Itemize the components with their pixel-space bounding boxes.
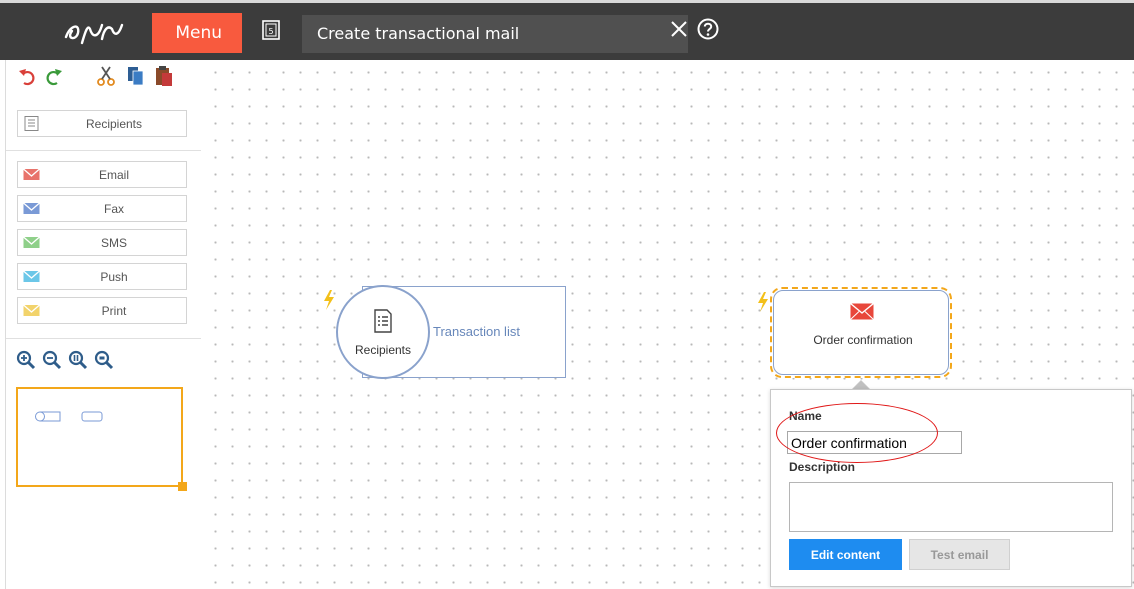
help-icon[interactable] <box>696 17 720 41</box>
zoom-fit-icon[interactable] <box>94 350 114 370</box>
envelope-icon <box>23 270 40 282</box>
menu-button[interactable]: Menu <box>152 13 242 53</box>
palette-item-email[interactable]: Email <box>17 161 187 188</box>
list-icon <box>374 309 392 333</box>
divider <box>6 338 202 339</box>
shape-palette-panel: Recipients Email Fax SMS Push Print <box>5 60 202 589</box>
palette-item-label: Email <box>98 167 129 182</box>
lightning-icon <box>324 290 334 310</box>
undo-icon[interactable] <box>18 66 38 88</box>
palette-item-label: SMS <box>100 235 127 250</box>
minimap-resize-handle[interactable] <box>178 482 187 491</box>
envelope-icon <box>23 236 40 248</box>
close-icon[interactable] <box>668 18 690 40</box>
test-email-button[interactable]: Test email <box>909 539 1010 570</box>
envelope-icon <box>23 304 40 316</box>
description-textarea[interactable] <box>789 482 1113 532</box>
cut-icon[interactable] <box>96 65 116 87</box>
palette-item-print[interactable]: Print <box>17 297 187 324</box>
palette-item-label: Fax <box>103 201 124 216</box>
envelope-icon <box>23 168 40 180</box>
svg-text:5: 5 <box>268 27 273 36</box>
top-bar: Menu 5 Create transactional mail <box>0 0 1134 60</box>
palette-item-label: Push <box>100 269 128 284</box>
order-confirmation-node[interactable]: Order confirmation <box>770 287 952 378</box>
edit-content-button[interactable]: Edit content <box>789 539 902 570</box>
zoom-out-icon[interactable] <box>42 350 62 370</box>
envelope-icon <box>850 303 874 320</box>
recipients-node-label: Recipients <box>354 343 412 357</box>
palette-item-fax[interactable]: Fax <box>17 195 187 222</box>
transaction-list-label[interactable]: Transaction list <box>433 324 520 339</box>
envelope-icon <box>23 202 40 214</box>
copy-icon[interactable] <box>126 65 146 87</box>
palette-item-label: Recipients <box>85 116 143 131</box>
recipients-node[interactable]: Recipients <box>336 285 430 379</box>
order-confirmation-label: Order confirmation <box>813 333 913 347</box>
page-title[interactable]: Create transactional mail <box>302 15 688 53</box>
divider <box>6 150 202 151</box>
document-count-icon[interactable]: 5 <box>262 20 280 40</box>
minimap[interactable] <box>16 387 187 491</box>
zoom-in-icon[interactable] <box>16 350 36 370</box>
list-icon <box>24 116 39 131</box>
palette-item-recipients[interactable]: Recipients <box>17 110 187 137</box>
redo-icon[interactable] <box>43 66 63 88</box>
palette-item-label: Print <box>101 303 127 318</box>
highlight-annotation <box>776 403 938 463</box>
episerver-logo <box>64 23 124 45</box>
palette-item-sms[interactable]: SMS <box>17 229 187 256</box>
paste-icon[interactable] <box>154 65 174 87</box>
lightning-icon <box>758 292 768 312</box>
minimap-preview-icon <box>35 411 103 422</box>
palette-item-push[interactable]: Push <box>17 263 187 290</box>
zoom-reset-icon[interactable] <box>68 350 88 370</box>
